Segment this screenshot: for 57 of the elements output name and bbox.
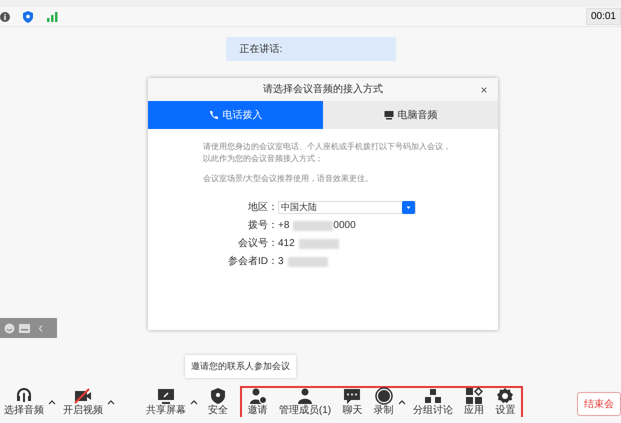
caret-icon[interactable]: [398, 399, 406, 405]
dialog-title: 请选择会议音频的接入方式: [263, 82, 383, 97]
toolbar-button[interactable]: 邀请: [244, 387, 272, 417]
instruction-text: 请使用您身边的会议室电话、个人座机或手机拨打以下号码加入会议，以此作为您的会议音频接入方式；: [203, 141, 452, 165]
settings-icon: [496, 387, 514, 405]
toolbar-button[interactable]: 管理成员(1): [274, 387, 336, 417]
caret-icon[interactable]: [107, 399, 115, 405]
collapse-icon[interactable]: [37, 324, 45, 332]
headset-icon: [15, 387, 33, 405]
toolbar-button[interactable]: 分组讨论: [408, 387, 457, 417]
toolbar-button[interactable]: 安全: [204, 387, 232, 417]
meeting-timer: 00:01: [586, 8, 621, 25]
toolbar-button[interactable]: 选择音频: [0, 387, 48, 417]
dropdown-icon[interactable]: [402, 201, 415, 214]
audio-tab[interactable]: 电脑音频: [323, 101, 498, 129]
field-label: 拨号：: [247, 219, 278, 233]
field-label: 参会者ID：: [227, 254, 278, 269]
toolbar-button[interactable]: 应用: [460, 387, 488, 417]
toolbar-button[interactable]: 录制: [370, 387, 398, 417]
phone-icon: [208, 110, 218, 120]
field-value: 3: [278, 255, 284, 269]
add-person-icon: [248, 387, 267, 405]
blurred-block: [298, 238, 339, 248]
camera-off-icon: [74, 387, 92, 405]
audio-tab[interactable]: 电话拨入: [148, 101, 323, 129]
info-icon[interactable]: [0, 12, 10, 22]
blurred-block: [293, 220, 334, 230]
caret-icon[interactable]: [48, 399, 56, 405]
groups-icon: [424, 387, 442, 405]
shield-icon[interactable]: [22, 10, 34, 22]
emoji-icon[interactable]: [4, 322, 15, 334]
toolbar-button[interactable]: 共享屏幕: [142, 387, 190, 417]
screen-share-icon: [157, 387, 175, 405]
field-value: 0000: [333, 219, 356, 233]
apps-icon: [465, 387, 484, 405]
keyboard-icon[interactable]: [19, 324, 30, 332]
speaking-banner: 正在讲话:: [226, 37, 396, 61]
field-label: 会议号：: [237, 236, 278, 251]
chat-icon: [343, 387, 362, 405]
toolbar-button[interactable]: 设置: [491, 387, 520, 417]
toolbar-button[interactable]: 聊天: [338, 387, 366, 417]
field-value: 412: [278, 237, 295, 251]
close-button[interactable]: ×: [478, 84, 490, 96]
caret-icon[interactable]: [190, 399, 198, 405]
toolbar-button[interactable]: 开启视频: [59, 387, 107, 417]
monitor-icon: [384, 110, 394, 120]
region-select[interactable]: 中国大陆: [278, 201, 416, 214]
end-meeting-button[interactable]: 结束会: [577, 392, 621, 416]
signal-icon[interactable]: [46, 10, 58, 22]
shield-icon: [209, 387, 227, 405]
field-label: 地区：: [247, 200, 278, 215]
blurred-block: [288, 256, 328, 266]
tooltip: 邀请您的联系人参加会议: [185, 355, 296, 378]
instruction-text: 会议室场景/大型会议推荐使用，语音效果更佳。: [203, 173, 374, 185]
record-icon: [374, 387, 393, 405]
field-value: +8: [278, 219, 290, 233]
person-icon: [296, 387, 314, 405]
